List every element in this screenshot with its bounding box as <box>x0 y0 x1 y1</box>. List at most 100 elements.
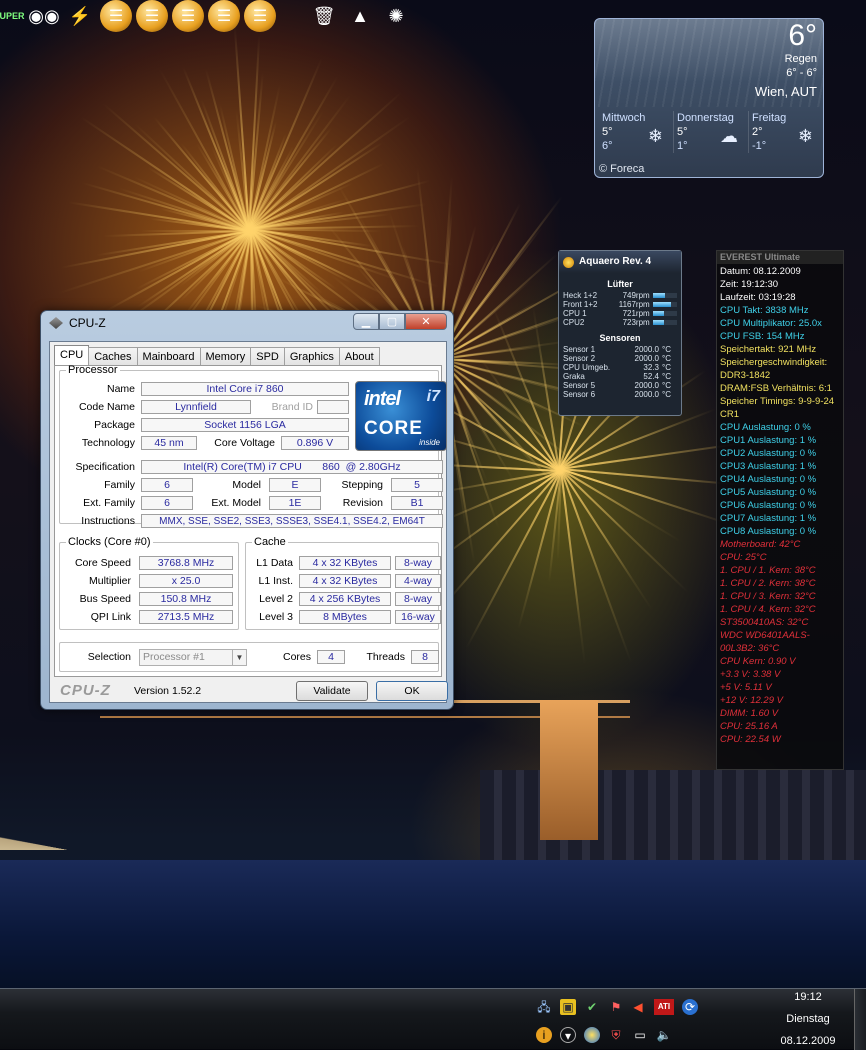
everest-line: CPU: 25.16 A <box>720 721 778 732</box>
everest-line: Datum: 08.12.2009 <box>720 266 801 277</box>
everest-line: WDC WD6401AALS-00L3B2: 36°C <box>720 630 810 654</box>
l1d-value: 4 x 32 KBytes <box>299 556 391 570</box>
everest-line: DIMM: 1.60 V <box>720 708 779 719</box>
super-pi-icon[interactable]: UPER <box>0 0 25 32</box>
everest-line: Speicher Timings: 9-9-9-24 CR1 <box>720 396 835 420</box>
l2-assoc: 8-way <box>395 592 441 606</box>
everest-line: CPU: 25°C <box>720 552 767 563</box>
forecast-day-name: Freitag <box>752 112 787 124</box>
cores-value: 4 <box>317 650 345 664</box>
menu-gadget-icon-4[interactable]: ☰ <box>208 0 240 32</box>
stepping-label: Stepping <box>341 479 383 491</box>
clock[interactable]: 19:12 Dienstag 08.12.2009 <box>768 989 848 1050</box>
validate-button[interactable]: Validate <box>296 681 368 701</box>
revision-label: Revision <box>342 497 383 509</box>
extmodel-value: 1E <box>269 496 321 510</box>
fan-rpm: 721 <box>622 309 636 318</box>
everest-gadget[interactable]: EVEREST Ultimate Datum: 08.12.2009 Zeit: … <box>716 250 844 770</box>
menu-gadget-icon-3[interactable]: ☰ <box>172 0 204 32</box>
fan-unit: rpm <box>635 300 650 309</box>
system-tray: 🖧 ▣ ✔ ⚑ ◀ ATI ⟳ i ▾ ⛨ ▭ 🔈 <box>536 993 796 1048</box>
close-button[interactable]: ✕ <box>405 313 447 330</box>
codename-value: Lynnfield <box>141 400 251 414</box>
chevron-down-icon: ▼ <box>232 650 246 665</box>
aquaero-title: Aquaero Rev. 4 <box>579 256 652 267</box>
sensor-row: Sensor 2 2000.0 °C <box>559 354 681 363</box>
technology-value: 45 nm <box>141 436 197 450</box>
network-icon[interactable]: 🖧 <box>536 999 552 1015</box>
extmodel-label: Ext. Model <box>211 497 261 509</box>
everest-line: CPU: 22.54 W <box>720 734 781 745</box>
show-desktop-button[interactable] <box>854 989 866 1050</box>
flag-x-icon[interactable]: ⚑ <box>608 999 624 1015</box>
defender-icon[interactable]: ⛨ <box>608 1027 624 1043</box>
sensor-label: Sensor 5 <box>563 381 596 390</box>
fan-unit: rpm <box>635 309 650 318</box>
tab-cpu[interactable]: CPU <box>54 345 90 366</box>
window-title-bar[interactable]: CPU-Z <box>49 316 106 330</box>
notes-icon[interactable]: ▣ <box>560 999 576 1015</box>
sync-icon[interactable]: ⟳ <box>682 999 698 1015</box>
shield-check-icon[interactable]: ✔ <box>584 999 600 1015</box>
speaker-icon[interactable]: ◀ <box>630 999 646 1015</box>
l2-value: 4 x 256 KBytes <box>299 592 391 606</box>
fans-header: Lüfter <box>607 279 633 289</box>
maximize-button[interactable]: ▢ <box>379 313 405 330</box>
fan-speed-bar <box>652 311 677 316</box>
cpuz-logo: CPU-Z <box>60 682 111 699</box>
l3-value: 8 MBytes <box>299 610 391 624</box>
model-label: Model <box>232 479 261 491</box>
wallpaper-water <box>0 860 866 990</box>
everest-line: CPU4 Auslastung: 0 % <box>720 474 817 485</box>
l1d-assoc: 8-way <box>395 556 441 570</box>
forecast-day: Mittwoch 5° 6° ❄ <box>599 111 669 153</box>
cpuz-window[interactable]: CPU-Z ▁ ▢ ✕ CPU Caches Mainboard Memory SPD G… <box>40 310 454 710</box>
qpi-value: 2713.5 MHz <box>139 610 233 624</box>
l1i-value: 4 x 32 KBytes <box>299 574 391 588</box>
sensor-row: CPU Umgeb. 32.3 °C <box>559 363 681 372</box>
sensor-row: Sensor 1 2000.0 °C <box>559 345 681 354</box>
recycle-bin-icon[interactable]: 🗑 <box>308 0 340 32</box>
everest-line: +3.3 V: 3.38 V <box>720 669 781 680</box>
sensor-unit: °C <box>662 381 671 390</box>
clock-day: Dienstag <box>786 1013 830 1025</box>
minimize-button[interactable]: ▁ <box>353 313 379 330</box>
safely-remove-icon[interactable]: ▾ <box>560 1027 576 1043</box>
volume-icon[interactable]: 🔈 <box>656 1027 672 1043</box>
aquaero-gadget[interactable]: Aquaero Rev. 4 Lüfter Heck 1+2 749 rpm Fron… <box>558 250 682 416</box>
red-emblem-icon[interactable]: ✺ <box>380 0 412 32</box>
firework-streak <box>438 195 563 360</box>
everest-line: CPU7 Auslastung: 1 % <box>720 513 817 524</box>
wizard-hat-icon[interactable]: ▲ <box>344 0 376 32</box>
menu-gadget-icon-5[interactable]: ☰ <box>244 0 276 32</box>
processor-legend: Processor <box>68 364 118 376</box>
ok-button[interactable]: OK <box>376 681 448 701</box>
everest-line: CPU5 Auslastung: 0 % <box>720 487 817 498</box>
menu-gadget-icon-2[interactable]: ☰ <box>136 0 168 32</box>
sensor-value: 2000.0 <box>634 354 659 363</box>
robot-gadget-icon[interactable]: ◉◉ <box>28 0 60 32</box>
weather-gadget[interactable]: 6° Regen 6° - 6° Wien, AUT Mittwoch 5° 6… <box>594 18 824 178</box>
sensor-unit: °C <box>662 372 671 381</box>
display-icon[interactable]: ▭ <box>632 1027 648 1043</box>
aquaero-tray-icon[interactable] <box>584 1027 600 1043</box>
fan-label: Heck 1+2 <box>563 291 598 300</box>
processor-select[interactable]: Processor #1 ▼ <box>139 649 247 666</box>
everest-line: 1. CPU / 4. Kern: 32°C <box>720 604 816 615</box>
ati-icon[interactable]: ATI <box>654 999 674 1015</box>
family-label: Family <box>104 479 135 491</box>
weather-provider[interactable]: © Foreca <box>599 163 644 175</box>
everest-line: Zeit: 19:12:30 <box>720 279 779 290</box>
fan-label: CPU2 <box>563 318 585 327</box>
name-label: Name <box>106 383 135 395</box>
menu-gadget-icon-1[interactable]: ☰ <box>100 0 132 32</box>
lightning-gadget-icon[interactable]: ⚡ <box>64 0 96 32</box>
everest-line: DRAM:FSB Verhältnis: 6:1 <box>720 383 832 394</box>
info-icon[interactable]: i <box>536 1027 552 1043</box>
everest-title: EVEREST Ultimate <box>717 251 843 264</box>
intel-core-text: CORE <box>364 418 423 439</box>
sensor-label: Sensor 2 <box>563 354 596 363</box>
family-value: 6 <box>141 478 193 492</box>
fan-rpm: 749 <box>622 291 636 300</box>
brandid-value <box>317 400 349 414</box>
